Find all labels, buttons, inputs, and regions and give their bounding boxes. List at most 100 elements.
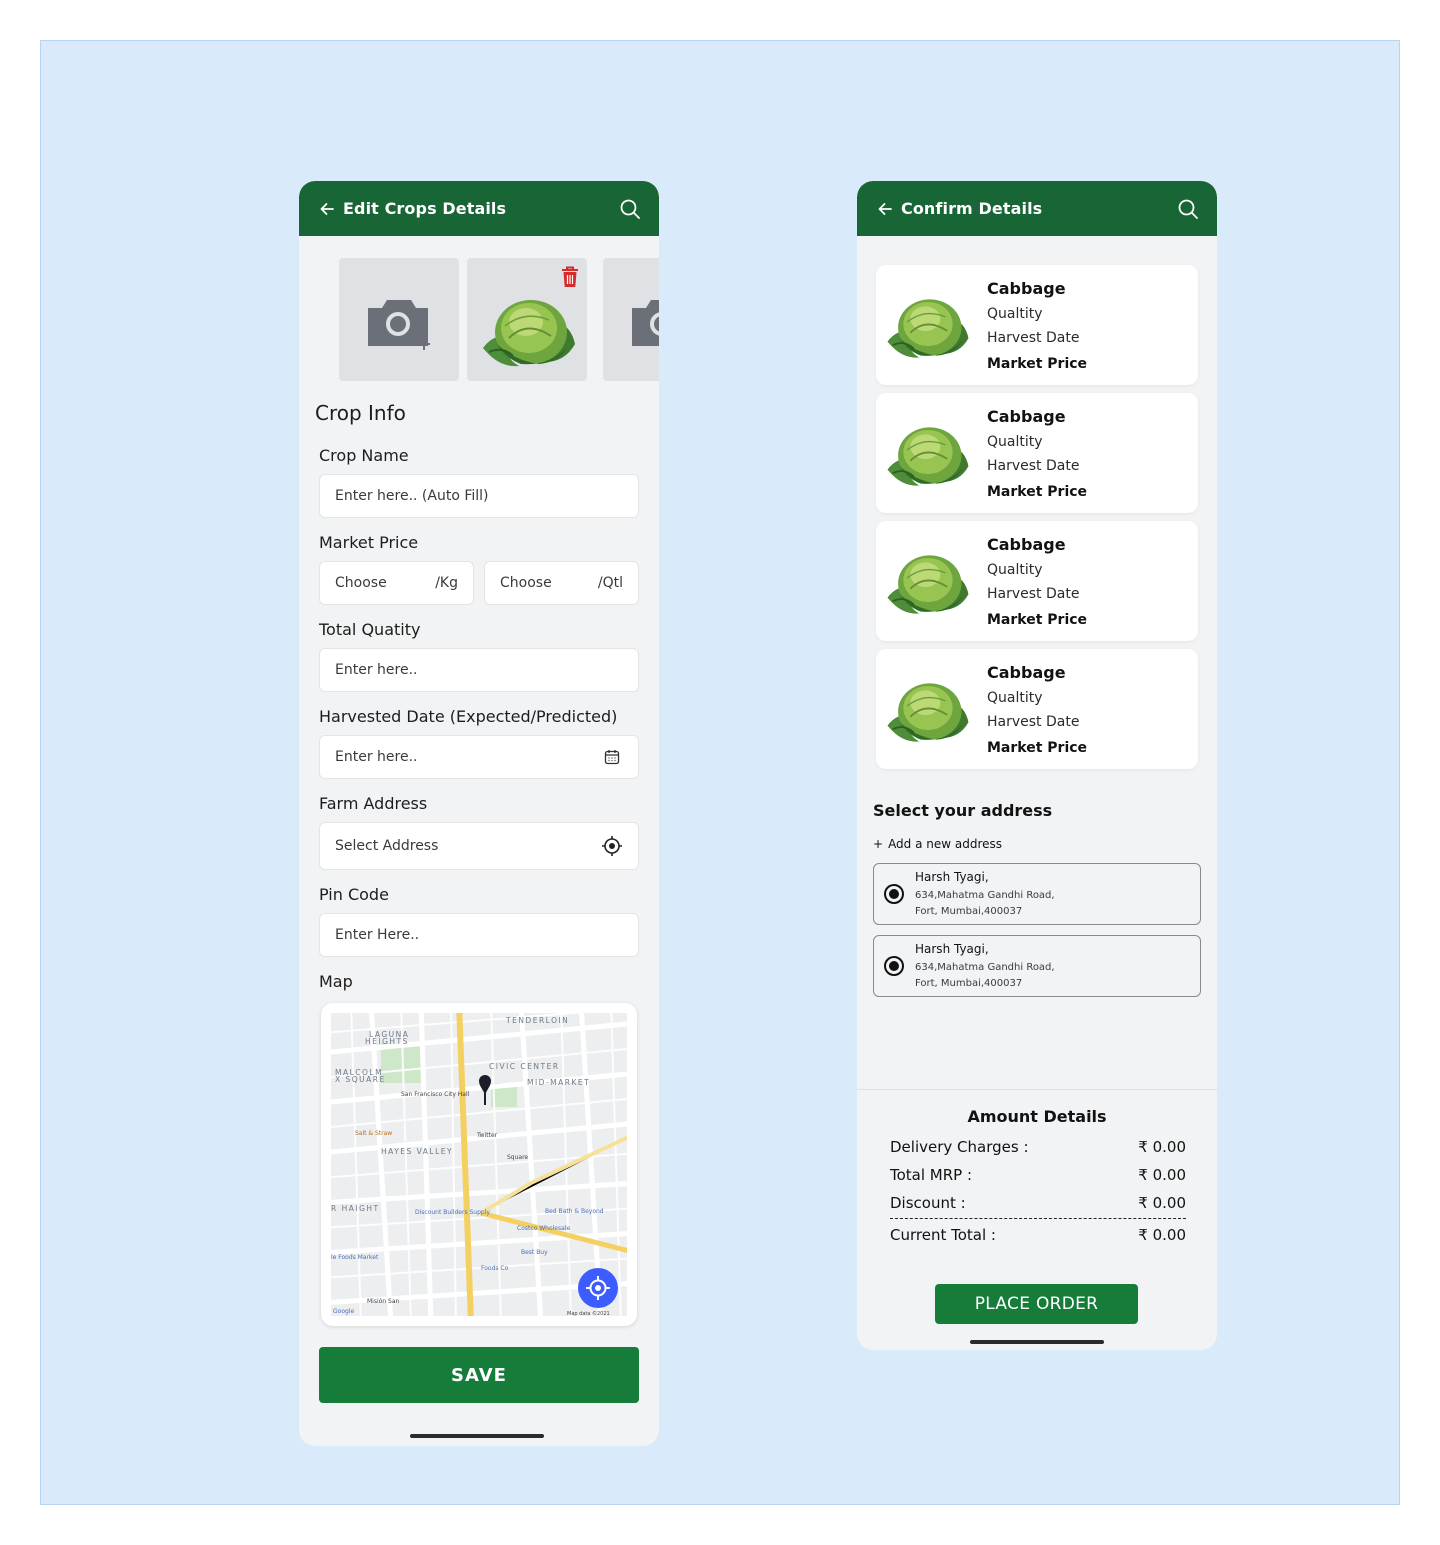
svg-text:TENDERLOIN: TENDERLOIN xyxy=(505,1016,569,1025)
save-button[interactable]: SAVE xyxy=(319,1347,639,1403)
calendar-icon[interactable] xyxy=(601,746,623,768)
crop-card[interactable]: Cabbage Qualtity Harvest Date Market Pri… xyxy=(876,649,1198,769)
photo-strip xyxy=(339,258,659,381)
cabbage-image xyxy=(884,287,972,361)
pin-code-input[interactable]: Enter Here.. xyxy=(319,913,639,957)
market-price-label: Market Price xyxy=(319,533,419,552)
camera-add-icon xyxy=(368,300,430,350)
amount-row-total: Current Total : ₹ 0.00 xyxy=(890,1226,1186,1244)
crop-harvest-date: Harvest Date xyxy=(987,330,1080,346)
locate-me-icon[interactable] xyxy=(577,1267,619,1309)
harvest-date-label: Harvested Date (Expected/Predicted) xyxy=(319,707,618,726)
confirm-details-screen: Confirm Details Cabbage Qualtity Harvest… xyxy=(857,181,1217,1350)
divider xyxy=(857,1089,1217,1090)
crop-card[interactable]: Cabbage Qualtity Harvest Date Market Pri… xyxy=(876,521,1198,641)
cabbage-image xyxy=(479,286,579,370)
crop-market-price: Market Price xyxy=(987,612,1088,628)
svg-text:Bed Bath & Beyond: Bed Bath & Beyond xyxy=(545,1208,604,1215)
price-per-qtl-input[interactable]: Choose /Qtl xyxy=(484,561,639,605)
search-icon[interactable] xyxy=(619,198,641,220)
map-label: Map xyxy=(319,972,353,991)
amount-row-delivery: Delivery Charges : ₹ 0.00 xyxy=(890,1138,1186,1156)
svg-text:Best Buy: Best Buy xyxy=(521,1249,548,1256)
crop-name: Cabbage xyxy=(987,663,1066,682)
crop-harvest-date: Harvest Date xyxy=(987,714,1080,730)
place-order-button[interactable]: PLACE ORDER xyxy=(935,1284,1138,1324)
svg-text:le Foods Market: le Foods Market xyxy=(331,1254,379,1261)
page-title: Edit Crops Details xyxy=(343,199,507,218)
amount-row-discount: Discount : ₹ 0.00 xyxy=(890,1194,1186,1212)
svg-text:Salt & Straw: Salt & Straw xyxy=(355,1130,392,1137)
search-icon[interactable] xyxy=(1177,198,1199,220)
svg-text:San Francisco City Hall: San Francisco City Hall xyxy=(401,1091,470,1098)
crop-market-price: Market Price xyxy=(987,740,1088,756)
arrow-left-icon[interactable] xyxy=(319,201,335,217)
crop-card[interactable]: Cabbage Qualtity Harvest Date Market Pri… xyxy=(876,393,1198,513)
price-per-kg-input[interactable]: Choose /Kg xyxy=(319,561,474,605)
harvest-date-input[interactable]: Enter here.. xyxy=(319,735,639,779)
address-name: Harsh Tyagi, xyxy=(915,870,989,884)
svg-text:Misión San: Misión San xyxy=(367,1298,400,1305)
cabbage-image xyxy=(884,671,972,745)
total-quantity-input[interactable]: Enter here.. xyxy=(319,648,639,692)
address-option[interactable]: Harsh Tyagi, 634,Mahatma Gandhi Road, Fo… xyxy=(873,863,1201,925)
add-photo-button[interactable] xyxy=(339,258,459,381)
address-section-title: Select your address xyxy=(873,801,1053,820)
address-name: Harsh Tyagi, xyxy=(915,942,989,956)
svg-text:Discount Builders Supply: Discount Builders Supply xyxy=(415,1209,490,1216)
crop-name: Cabbage xyxy=(987,279,1066,298)
section-title: Crop Info xyxy=(315,401,406,425)
plus-icon: + xyxy=(873,837,884,851)
crop-name-label: Crop Name xyxy=(319,446,409,465)
home-indicator xyxy=(970,1340,1104,1344)
svg-text:Costco Wholesale: Costco Wholesale xyxy=(517,1225,570,1232)
crop-name-input[interactable]: Enter here.. (Auto Fill) xyxy=(319,474,639,518)
cabbage-image xyxy=(884,415,972,489)
add-address-link[interactable]: + Add a new address xyxy=(873,837,1002,851)
address-line1: 634,Mahatma Gandhi Road, xyxy=(915,890,1055,901)
address-option[interactable]: Harsh Tyagi, 634,Mahatma Gandhi Road, Fo… xyxy=(873,935,1201,997)
add-photo-button-partial[interactable] xyxy=(603,258,659,381)
svg-text:Twitter: Twitter xyxy=(476,1132,498,1139)
artboard: Edit Crops Details Crop Info Crop Name E… xyxy=(40,40,1400,1505)
map-card: TENDERLOIN LAGUNA HEIGHTS CIVIC CENTER M… xyxy=(321,1003,637,1326)
farm-address-label: Farm Address xyxy=(319,794,428,813)
crop-harvest-date: Harvest Date xyxy=(987,586,1080,602)
svg-text:Google: Google xyxy=(333,1308,354,1315)
radio-selected-icon[interactable] xyxy=(884,956,904,976)
svg-text:Map data ©2021: Map data ©2021 xyxy=(567,1310,610,1316)
edit-crops-screen: Edit Crops Details Crop Info Crop Name E… xyxy=(299,181,659,1446)
home-indicator xyxy=(410,1434,544,1438)
svg-text:MID-MARKET: MID-MARKET xyxy=(527,1078,590,1087)
arrow-left-icon[interactable] xyxy=(877,201,893,217)
amount-details-title: Amount Details xyxy=(967,1107,1107,1126)
svg-text:Square: Square xyxy=(507,1154,528,1161)
crop-quality: Qualtity xyxy=(987,434,1043,450)
svg-text:R HAIGHT: R HAIGHT xyxy=(331,1204,380,1213)
cabbage-image xyxy=(884,543,972,617)
crop-quality: Qualtity xyxy=(987,690,1043,706)
pin-code-label: Pin Code xyxy=(319,885,389,904)
svg-text:X SQUARE: X SQUARE xyxy=(335,1075,386,1084)
crop-market-price: Market Price xyxy=(987,356,1088,372)
crop-card[interactable]: Cabbage Qualtity Harvest Date Market Pri… xyxy=(876,265,1198,385)
crop-quality: Qualtity xyxy=(987,306,1043,322)
crop-photo[interactable] xyxy=(467,258,587,381)
app-bar: Confirm Details xyxy=(857,181,1217,236)
crop-market-price: Market Price xyxy=(987,484,1088,500)
total-quantity-label: Total Quatity xyxy=(319,620,421,639)
crop-name: Cabbage xyxy=(987,407,1066,426)
crop-quality: Qualtity xyxy=(987,562,1043,578)
crop-name: Cabbage xyxy=(987,535,1066,554)
address-line1: 634,Mahatma Gandhi Road, xyxy=(915,962,1055,973)
svg-text:HAYES VALLEY: HAYES VALLEY xyxy=(381,1147,453,1156)
add-address-label: Add a new address xyxy=(888,837,1003,851)
app-bar: Edit Crops Details xyxy=(299,181,659,236)
page-title: Confirm Details xyxy=(901,199,1043,218)
svg-text:Foods Co: Foods Co xyxy=(481,1265,509,1272)
farm-address-input[interactable]: Select Address xyxy=(319,822,639,870)
delete-icon[interactable] xyxy=(561,266,579,288)
radio-selected-icon[interactable] xyxy=(884,884,904,904)
address-line2: Fort, Mumbai,400037 xyxy=(915,978,1023,989)
location-target-icon[interactable] xyxy=(601,835,623,857)
